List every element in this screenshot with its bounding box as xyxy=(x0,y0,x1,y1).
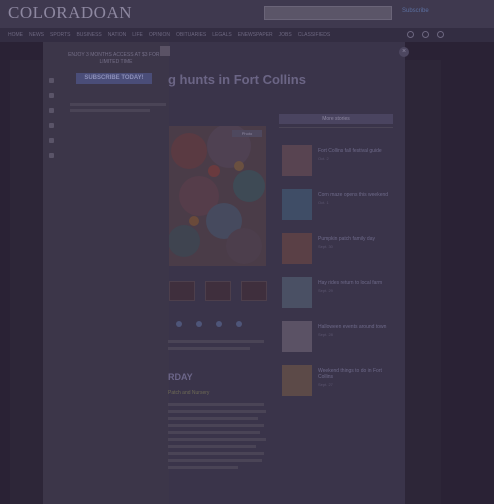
rail-item[interactable]: Fort Collins fall festival guide Oct. 2 xyxy=(282,145,392,176)
close-icon[interactable]: × xyxy=(399,47,409,57)
facebook-icon[interactable] xyxy=(176,321,182,327)
email-icon[interactable] xyxy=(216,321,222,327)
rail-thumbnail[interactable] xyxy=(282,233,312,264)
masthead: COLORADOAN Subscribe xyxy=(0,0,494,28)
share-buttons xyxy=(176,321,242,327)
rail-item-date: Sept. 28 xyxy=(318,332,333,337)
promo-fineprint-2 xyxy=(70,109,150,112)
divider xyxy=(279,127,393,128)
nav-item-legals[interactable]: Legals xyxy=(212,32,231,38)
twitter-icon[interactable] xyxy=(196,321,202,327)
nav-item-opinion[interactable]: Opinion xyxy=(149,32,170,38)
rail-item-date: Sept. 27 xyxy=(318,382,333,387)
rail-item-date: Sept. 29 xyxy=(318,288,333,293)
email-icon[interactable] xyxy=(49,108,54,113)
print-icon[interactable] xyxy=(49,138,54,143)
nav-item-news[interactable]: News xyxy=(29,32,44,38)
nav-item-jobs[interactable]: Jobs xyxy=(279,32,292,38)
rail-list: Fort Collins fall festival guide Oct. 2 … xyxy=(282,145,392,396)
rail-item-date: Oct. 2 xyxy=(318,156,329,161)
rail-item-title[interactable]: Hay rides return to local farm xyxy=(318,280,382,286)
nav-item-classifieds[interactable]: Classifieds xyxy=(298,32,331,38)
hero-photo xyxy=(169,126,266,266)
comment-icon[interactable] xyxy=(49,123,54,128)
rail-thumbnail[interactable] xyxy=(282,189,312,220)
article-headline: g hunts in Fort Collins xyxy=(168,72,306,87)
promo-fineprint xyxy=(70,103,166,106)
rail-thumbnail[interactable] xyxy=(282,321,312,352)
gallery-thumbnail[interactable] xyxy=(169,281,195,301)
nav-item-obituaries[interactable]: Obituaries xyxy=(176,32,206,38)
subscribe-link[interactable]: Subscribe xyxy=(402,8,429,14)
right-gutter xyxy=(405,60,441,504)
rail-thumbnail[interactable] xyxy=(282,145,312,176)
nav-item-sports[interactable]: Sports xyxy=(50,32,70,38)
rail-thumbnail[interactable] xyxy=(282,365,312,396)
search-input[interactable] xyxy=(264,6,392,20)
rail-title: More stories xyxy=(322,116,350,122)
gallery-thumbnails xyxy=(169,281,267,301)
rail-thumbnail[interactable] xyxy=(282,277,312,308)
promo-headline: Enjoy 3 months access at $3 for a limite… xyxy=(68,52,164,65)
nav-item-business[interactable]: Business xyxy=(76,32,101,38)
more-icon[interactable] xyxy=(49,153,54,158)
user-icon[interactable] xyxy=(422,31,429,38)
photo-badge-label: Photo xyxy=(241,131,253,136)
rail-item-title[interactable]: Weekend things to do in Fort Collins xyxy=(318,368,392,380)
rail-header: More stories xyxy=(279,114,393,124)
gallery-thumbnail[interactable] xyxy=(205,281,231,301)
rail-item-date: Sept. 30 xyxy=(318,244,333,249)
nav-item-nation[interactable]: Nation xyxy=(108,32,127,38)
rail-item[interactable]: Hay rides return to local farm Sept. 29 xyxy=(282,277,392,308)
site-logo[interactable]: COLORADOAN xyxy=(8,3,132,23)
sub-heading[interactable]: Patch and Nursery xyxy=(168,390,209,396)
twitter-icon[interactable] xyxy=(49,93,54,98)
hero-image[interactable] xyxy=(169,126,266,266)
rail-item-title[interactable]: Pumpkin patch family day xyxy=(318,236,375,242)
rail-item[interactable]: Weekend things to do in Fort Collins Sep… xyxy=(282,365,392,396)
rail-item-title[interactable]: Fort Collins fall festival guide xyxy=(318,148,382,154)
facebook-icon[interactable] xyxy=(49,78,54,83)
section-heading: RDAY xyxy=(168,372,193,382)
article-body-top xyxy=(168,340,266,354)
rail-item[interactable]: Halloween events around town Sept. 28 xyxy=(282,321,392,352)
nav-icons xyxy=(407,31,444,38)
gallery-thumbnail[interactable] xyxy=(241,281,267,301)
rail-item-title[interactable]: Halloween events around town xyxy=(318,324,386,330)
share-rail xyxy=(49,78,54,158)
rail-item[interactable]: Corn maze opens this weekend Oct. 1 xyxy=(282,189,392,220)
rail-item[interactable]: Pumpkin patch family day Sept. 30 xyxy=(282,233,392,264)
link-icon[interactable] xyxy=(236,321,242,327)
search-icon[interactable] xyxy=(407,31,414,38)
subscribe-button[interactable]: Subscribe today! xyxy=(76,73,152,84)
menu-icon[interactable] xyxy=(437,31,444,38)
article-body xyxy=(168,403,266,473)
rail-item-date: Oct. 1 xyxy=(318,200,329,205)
rail-item-title[interactable]: Corn maze opens this weekend xyxy=(318,192,388,198)
nav-item-home[interactable]: Home xyxy=(8,32,23,38)
nav-item-enewspaper[interactable]: eNewspaper xyxy=(238,32,273,38)
photo-badge[interactable]: Photo xyxy=(232,130,262,137)
ribbon-thumbnail[interactable] xyxy=(160,46,170,56)
nav-item-life[interactable]: Life xyxy=(132,32,143,38)
left-gutter xyxy=(10,60,43,504)
